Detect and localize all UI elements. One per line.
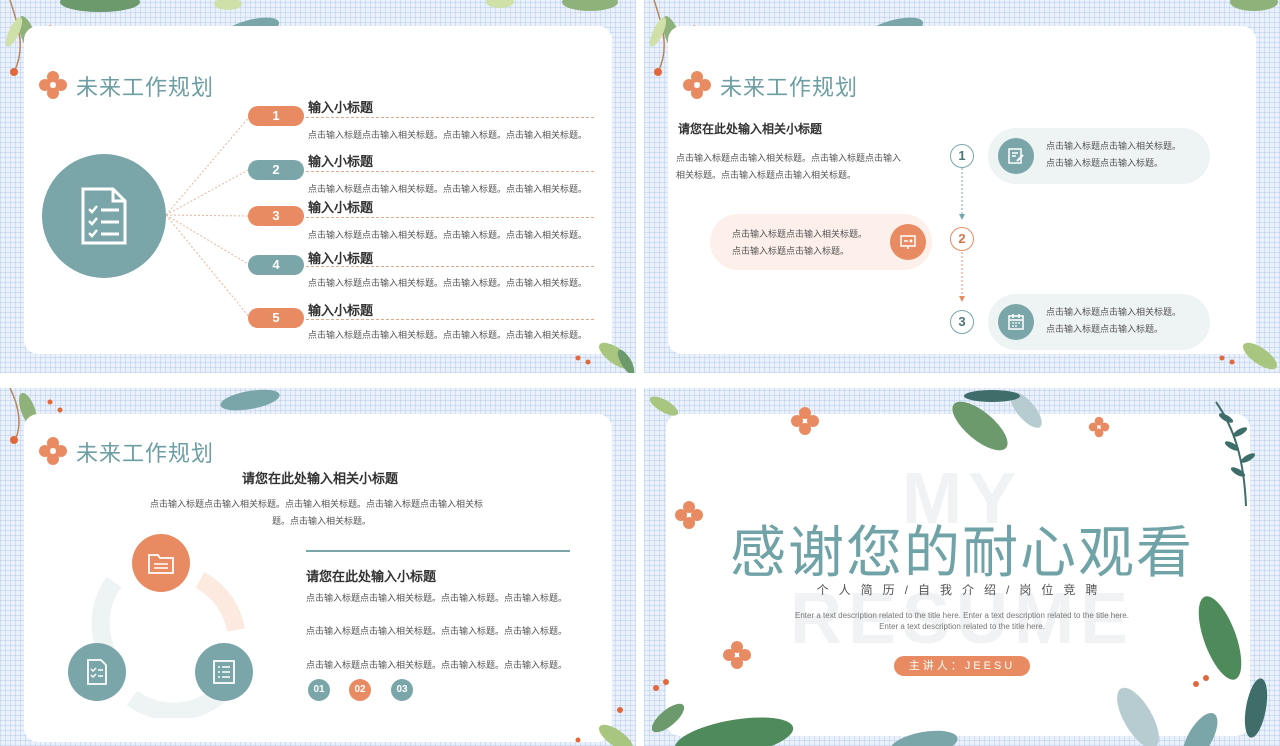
leaf-bottom-left-decoration	[651, 679, 794, 746]
section-description-line: 点击输入标题点击输入相关标题。点击输入相关标题。点击输入标题点击输入相关标	[150, 499, 484, 509]
thanks-title: 感谢您的耐心观看	[730, 521, 1194, 584]
leaf-top-right-decoration	[486, 0, 618, 11]
item-title: 输入小标题	[308, 154, 374, 169]
document-checklist-icon	[81, 187, 127, 245]
step-2-icon-circle	[890, 224, 926, 260]
leaf-bottom-center-decoration	[890, 730, 958, 746]
thanks-description-line: Enter a text description related to the …	[795, 611, 1129, 620]
step-3-icon-circle	[998, 304, 1034, 340]
page-dot-1[interactable]: 01	[308, 679, 330, 701]
section-divider	[306, 550, 570, 552]
thanks-description-line: Enter a text description related to the …	[879, 622, 1045, 631]
leaf-bottom-right-decoration	[1219, 342, 1278, 370]
step-2-text: 点击输入标题点击输入标题。	[732, 246, 850, 256]
item-number-badge: 4	[248, 255, 304, 275]
document-checklist-circle	[42, 154, 166, 278]
item-number-badge: 1	[248, 106, 304, 126]
presentation-icon	[900, 235, 916, 249]
step-2-text: 点击输入标题点击输入相关标题。	[732, 229, 868, 239]
leaf-top-left-decoration	[60, 0, 140, 12]
slide-3[interactable]: 未来工作规划 请您在此处输入相关小标题 点击输入标题点击输入相关标题。点击输入相…	[0, 388, 636, 746]
section-subtitle-2: 请您在此处输入小标题	[306, 569, 437, 584]
leaf-top-decoration	[220, 389, 280, 411]
item-title: 输入小标题	[308, 100, 374, 115]
slide-2[interactable]: 未来工作规划 请您在此处输入相关小标题 点击输入标题点击输入相关标题。点击输入标…	[644, 0, 1280, 373]
item-description: 点击输入标题点击输入相关标题。点击输入标题。点击输入相关标题。	[308, 230, 588, 240]
section-subtitle: 请您在此处输入相关小标题	[678, 122, 823, 136]
flower-icon	[791, 407, 819, 435]
paragraph-2: 点击输入标题点击输入相关标题。点击输入标题。点击输入标题。	[306, 626, 568, 636]
flower-icon	[39, 437, 67, 465]
leaf-bottom-right-decoration	[575, 707, 634, 746]
flower-icon	[683, 71, 711, 99]
leaf-top-center-decoration	[952, 390, 1042, 451]
item-description: 点击输入标题点击输入相关标题。点击输入标题。点击输入相关标题。	[308, 130, 588, 140]
step-1-marker: 1	[950, 144, 974, 168]
leaf-top-right-decoration	[1230, 0, 1278, 11]
item-title: 输入小标题	[308, 200, 374, 215]
section-subtitle: 请您在此处输入相关小标题	[242, 471, 399, 486]
step-3-text: 点击输入标题点击输入标题。	[1046, 324, 1164, 334]
slide-title: 未来工作规划	[720, 75, 859, 100]
item-title: 输入小标题	[308, 251, 374, 266]
flower-icon	[39, 71, 67, 99]
step-3-marker: 3	[950, 310, 974, 334]
folder-icon	[148, 554, 174, 574]
slide-title: 未来工作规划	[76, 75, 215, 100]
cycle-node-3	[195, 643, 253, 701]
edit-icon	[1008, 148, 1024, 164]
item-description: 点击输入标题点击输入相关标题。点击输入标题。点击输入相关标题。	[308, 330, 588, 340]
item-title: 输入小标题	[308, 303, 374, 318]
step-2-marker: 2	[950, 227, 974, 251]
item-divider	[306, 217, 594, 218]
item-number-badge: 2	[248, 160, 304, 180]
step-1-text: 点击输入标题点击输入标题。	[1046, 158, 1164, 168]
flower-icon	[1088, 416, 1110, 438]
section-description-line: 点击输入标题点击输入相关标题。点击输入标题点击输入	[676, 153, 902, 163]
list-icon	[213, 660, 235, 684]
step-3-text: 点击输入标题点击输入相关标题。	[1046, 307, 1182, 317]
slide-1[interactable]: 未来工作规划 1 输入小标题 点击输入标题点击输入相关标题。点击输入标题。点击输…	[0, 0, 636, 373]
item-number-badge: 3	[248, 206, 304, 226]
step-1-icon-circle	[998, 138, 1034, 174]
item-divider	[306, 266, 594, 267]
item-description: 点击输入标题点击输入相关标题。点击输入标题。点击输入相关标题。	[308, 184, 588, 194]
item-number-badge: 5	[248, 308, 304, 328]
paragraph-3: 点击输入标题点击输入相关标题。点击输入标题。点击输入标题。	[306, 660, 568, 670]
section-description-line: 题。点击输入相关标题。	[272, 516, 372, 526]
leaf-bottom-right-decoration	[1117, 596, 1268, 746]
checklist-icon	[87, 659, 107, 685]
paragraph-1: 点击输入标题点击输入相关标题。点击输入标题。点击输入标题。	[306, 593, 568, 603]
section-description-line: 相关标题。点击输入标题点击输入相关标题。	[676, 170, 857, 180]
cycle-node-2	[68, 643, 126, 701]
step-1-text: 点击输入标题点击输入相关标题。	[1046, 141, 1182, 151]
cycle-node-1	[132, 534, 190, 592]
page-dot-2[interactable]: 02	[349, 679, 371, 701]
slide-4[interactable]: MY RESUME 感谢您的耐心观看 个人简历/自我介绍/岗位竞聘 Enter …	[644, 388, 1280, 746]
item-divider	[306, 117, 594, 118]
leaf-top-left-decoration	[649, 396, 679, 416]
presenter-badge: 主讲人：JEESU	[894, 656, 1030, 676]
item-description: 点击输入标题点击输入相关标题。点击输入标题。点击输入相关标题。	[308, 278, 588, 288]
page-dot-3[interactable]: 03	[391, 679, 413, 701]
item-divider	[306, 319, 594, 320]
item-divider	[306, 171, 594, 172]
slide-title: 未来工作规划	[76, 441, 215, 466]
calendar-icon	[1008, 314, 1024, 330]
connector-lines	[166, 115, 251, 319]
